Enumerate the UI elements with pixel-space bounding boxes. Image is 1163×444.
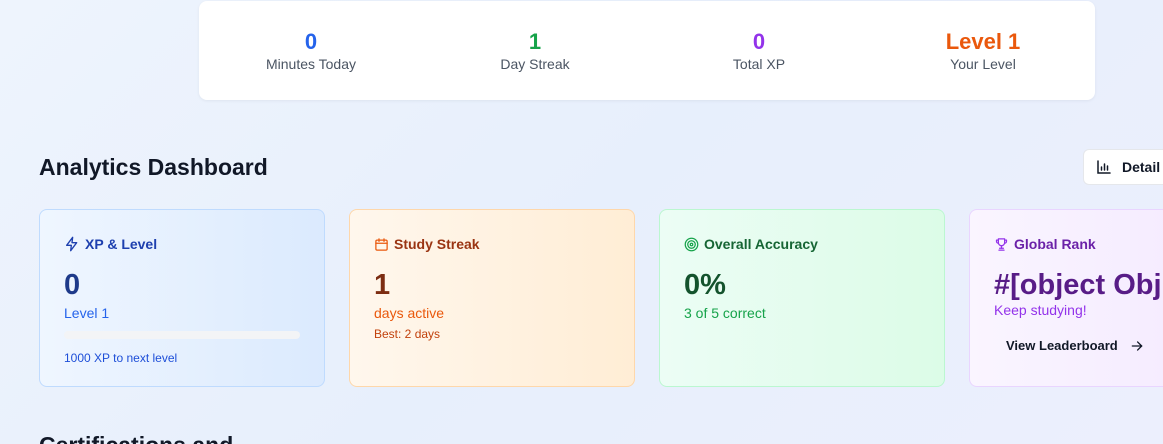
stats-strip: 0 Minutes Today 1 Day Streak 0 Total XP … [199, 1, 1095, 100]
streak-best: Best: 2 days [374, 327, 441, 341]
overall-accuracy-card: Overall Accuracy 0% 3 of 5 correct [659, 209, 945, 387]
stat-label: Day Streak [500, 56, 570, 72]
stat-your-level: Level 1 Your Level [871, 1, 1095, 100]
arrow-right-icon [1130, 339, 1144, 353]
xp-note: 1000 XP to next level [64, 351, 178, 365]
card-header: XP & Level [64, 234, 300, 254]
stat-label: Total XP [732, 56, 786, 72]
stat-value: 0 [304, 29, 318, 54]
stat-value: 0 [752, 29, 766, 54]
card-title: Global Rank [1014, 236, 1096, 252]
page-title: Analytics Dashboard [39, 154, 268, 180]
stat-value: Level 1 [945, 29, 1021, 54]
card-header: Study Streak [374, 234, 610, 254]
details-button[interactable]: Detail [1083, 149, 1163, 185]
card-header: Overall Accuracy [684, 234, 920, 254]
global-rank-card: Global Rank #[object Obj Keep studying! … [969, 209, 1163, 387]
lightning-icon [64, 236, 80, 252]
view-leaderboard-button[interactable]: View Leaderboard [1006, 338, 1144, 353]
view-leaderboard-label: View Leaderboard [1006, 338, 1118, 353]
xp-level-card: XP & Level 0 Level 1 1000 XP to next lev… [39, 209, 325, 387]
bar-chart-icon [1096, 159, 1112, 175]
section-heading: Certifications and [39, 432, 233, 444]
stat-label: Minutes Today [265, 56, 356, 72]
rank-sub: Keep studying! [994, 302, 1087, 318]
trophy-icon [994, 237, 1009, 252]
level-text: Level 1 [64, 305, 110, 321]
card-title: Study Streak [394, 236, 480, 252]
stat-value: 1 [528, 29, 542, 54]
stat-minutes-today: 0 Minutes Today [199, 1, 423, 100]
accuracy-value: 0% [684, 269, 726, 301]
card-header: Global Rank [994, 234, 1163, 254]
calendar-icon [374, 237, 389, 252]
page: 0 Minutes Today 1 Day Streak 0 Total XP … [0, 0, 1163, 444]
stat-day-streak: 1 Day Streak [423, 1, 647, 100]
accuracy-sub: 3 of 5 correct [684, 305, 766, 321]
rank-value: #[object Obj [994, 269, 1162, 301]
study-streak-card: Study Streak 1 days active Best: 2 days [349, 209, 635, 387]
stat-label: Your Level [950, 56, 1016, 72]
card-title: XP & Level [85, 236, 158, 252]
stat-total-xp: 0 Total XP [647, 1, 871, 100]
streak-value: 1 [374, 269, 391, 301]
streak-sub: days active [374, 305, 445, 321]
card-title: Overall Accuracy [704, 236, 818, 252]
xp-value: 0 [64, 269, 81, 301]
target-icon [684, 237, 699, 252]
xp-progress-bar [64, 331, 300, 339]
details-button-label: Detail [1122, 159, 1161, 175]
